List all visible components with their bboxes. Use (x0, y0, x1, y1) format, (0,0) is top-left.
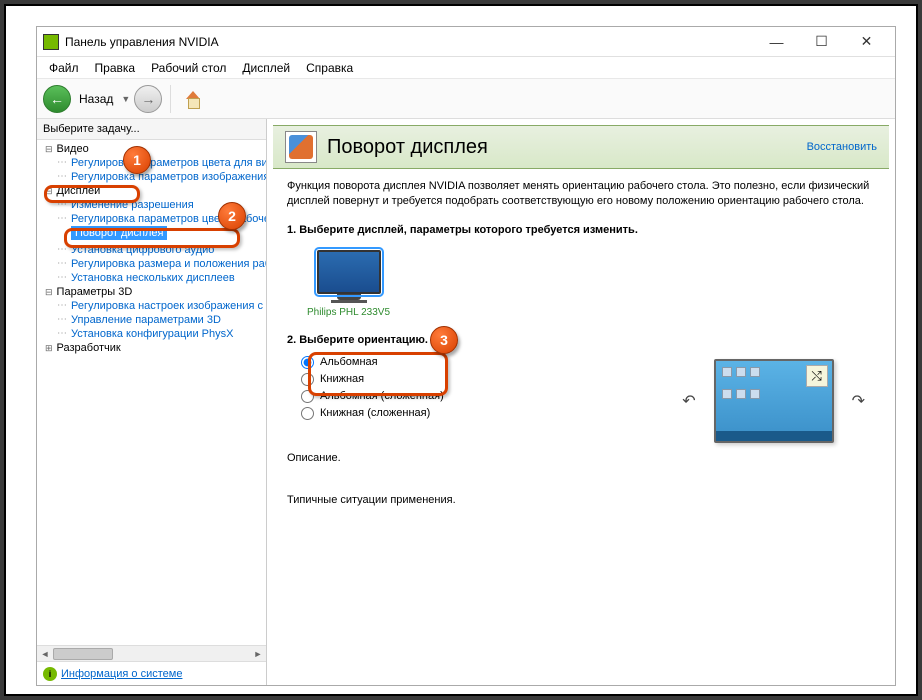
preview-monitor: ⤭ (714, 359, 834, 443)
tree-item-multi-display[interactable]: Установка нескольких дисплеев (37, 271, 266, 285)
content-body: Функция поворота дисплея NVIDIA позволяе… (267, 169, 895, 685)
menu-desktop[interactable]: Рабочий стол (143, 59, 234, 77)
toolbar: ← Назад ▼ → (37, 79, 895, 119)
home-icon (184, 91, 202, 107)
app-window: Панель управления NVIDIA — ☐ ✕ Файл Прав… (36, 26, 896, 686)
radio-label: Книжная (320, 373, 364, 385)
nvidia-icon (43, 34, 59, 50)
tree-group-developer[interactable]: Разработчик (37, 341, 266, 355)
screenshot-frame: Панель управления NVIDIA — ☐ ✕ Файл Прав… (4, 4, 918, 696)
preview-desktop-icons (722, 367, 762, 407)
tree-item-physx[interactable]: Установка конфигурации PhysX (37, 327, 266, 341)
sidebar-title: Выберите задачу... (37, 119, 266, 140)
close-button[interactable]: ✕ (844, 28, 889, 56)
display-item[interactable]: Philips PHL 233V5 (307, 250, 390, 318)
monitor-label: Philips PHL 233V5 (307, 307, 390, 318)
description-heading: Описание. (287, 452, 875, 464)
step1-title: 1. Выберите дисплей, параметры которого … (287, 224, 875, 236)
monitor-icon (317, 250, 381, 294)
menu-file[interactable]: Файл (41, 59, 87, 77)
preview-taskbar (716, 431, 832, 441)
rotate-ccw-button[interactable]: ↶ (682, 391, 695, 411)
home-button[interactable] (179, 85, 207, 113)
radio-label: Книжная (сложенная) (320, 407, 430, 419)
titlebar: Панель управления NVIDIA — ☐ ✕ (37, 27, 895, 57)
scroll-left-icon[interactable]: ◄ (37, 646, 53, 662)
tree-item-video-color[interactable]: Регулировка параметров цвета для вид (37, 156, 266, 170)
back-button[interactable]: ← (43, 85, 71, 113)
tree-group-display[interactable]: Дисплей (37, 184, 266, 198)
content-header: Поворот дисплея Восстановить (273, 125, 889, 169)
step2-title: 2. Выберите ориентацию. (287, 334, 875, 346)
radio-portrait[interactable] (301, 373, 314, 386)
radio-landscape[interactable] (301, 356, 314, 369)
info-icon: i (43, 667, 57, 681)
monitor-base (331, 300, 367, 303)
preview-row: ↶ ⤭ ↷ (682, 359, 865, 443)
window-title: Панель управления NVIDIA (65, 35, 754, 49)
menubar: Файл Правка Рабочий стол Дисплей Справка (37, 57, 895, 79)
menu-edit[interactable]: Правка (87, 59, 144, 77)
radio-label: Альбомная (320, 356, 378, 368)
radio-label: Альбомная (сложенная) (320, 390, 444, 402)
toolbar-separator (170, 85, 171, 113)
sidebar-footer: i Информация о системе (37, 661, 266, 685)
minimize-button[interactable]: — (754, 28, 799, 56)
forward-button[interactable]: → (134, 85, 162, 113)
system-info-link[interactable]: Информация о системе (61, 668, 182, 680)
tree-group-video[interactable]: Видео (37, 142, 266, 156)
tree-item-manage-3d[interactable]: Управление параметрами 3D (37, 313, 266, 327)
menu-help[interactable]: Справка (298, 59, 361, 77)
page-description: Функция поворота дисплея NVIDIA позволяе… (287, 179, 875, 210)
annotation-marker-3: 3 (430, 326, 458, 354)
radio-landscape-flipped[interactable] (301, 390, 314, 403)
radio-portrait-flipped[interactable] (301, 407, 314, 420)
typical-heading: Типичные ситуации применения. (287, 494, 875, 506)
preview-rotate-icon: ⤭ (806, 365, 828, 387)
scroll-right-icon[interactable]: ► (250, 646, 266, 662)
menu-display[interactable]: Дисплей (234, 59, 298, 77)
tree-item-video-image[interactable]: Регулировка параметров изображения д (37, 170, 266, 184)
tree-item-size-position[interactable]: Регулировка размера и положения рабо (37, 257, 266, 271)
body: Выберите задачу... Видео Регулировка пар… (37, 119, 895, 685)
annotation-marker-2: 2 (218, 202, 246, 230)
tree-item-rotate-display[interactable]: Поворот дисплея (71, 226, 167, 240)
rotate-cw-button[interactable]: ↷ (852, 391, 865, 411)
page-title: Поворот дисплея (327, 136, 807, 159)
tree-item-digital-audio[interactable]: Установка цифрового аудио (37, 243, 266, 257)
scroll-thumb[interactable] (53, 648, 113, 660)
back-label: Назад (79, 92, 113, 106)
back-dropdown-icon[interactable]: ▼ (121, 94, 130, 104)
content-pane: Поворот дисплея Восстановить Функция пов… (267, 119, 895, 685)
annotation-marker-1: 1 (123, 146, 151, 174)
sidebar-scrollbar[interactable]: ◄ ► (37, 645, 266, 661)
maximize-button[interactable]: ☐ (799, 28, 844, 56)
tree-group-3d[interactable]: Параметры 3D (37, 285, 266, 299)
rotate-display-icon (285, 131, 317, 163)
tree-item-3d-image[interactable]: Регулировка настроек изображения с пр (37, 299, 266, 313)
restore-link[interactable]: Восстановить (807, 141, 877, 153)
